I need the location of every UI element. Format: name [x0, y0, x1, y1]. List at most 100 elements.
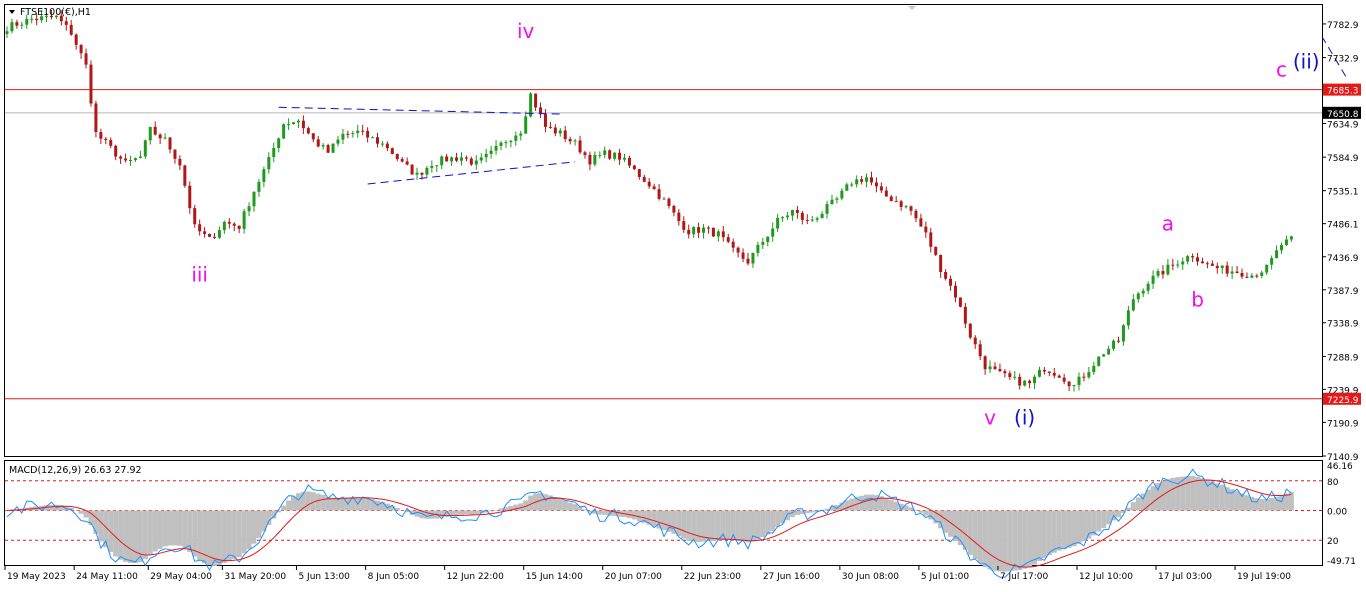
- time-tick-label: 8 Jun 05:00: [368, 572, 420, 582]
- candle-body: [795, 209, 799, 213]
- price-tick-label: 7338.9: [1327, 320, 1359, 330]
- candle-body: [272, 148, 276, 158]
- macd-histogram-bar: [864, 494, 870, 511]
- time-tick-label: 20 Jun 07:00: [605, 572, 662, 582]
- macd-histogram-bar: [676, 510, 682, 537]
- candle-body: [1289, 236, 1293, 240]
- candle-body: [1023, 380, 1027, 386]
- candle-body: [1003, 371, 1007, 374]
- candle-body: [1225, 265, 1229, 274]
- candle-body: [914, 210, 918, 219]
- candle-body: [1171, 264, 1175, 266]
- candle-body: [993, 366, 997, 369]
- macd-histogram-bar: [696, 510, 702, 543]
- candle-body: [1220, 265, 1224, 269]
- macd-histogram-bar: [681, 510, 687, 539]
- candle-body: [983, 356, 987, 370]
- candle-body: [208, 233, 212, 237]
- candle-body: [835, 198, 839, 200]
- macd-histogram-bar: [1041, 510, 1047, 558]
- macd-histogram-bar: [118, 510, 124, 560]
- wave-label: iv: [517, 19, 535, 43]
- candle-body: [1008, 373, 1012, 378]
- candle-body: [711, 227, 715, 237]
- candle-body: [10, 22, 14, 32]
- macd-histogram-bar: [152, 510, 158, 552]
- candle-body: [69, 24, 73, 35]
- candle-body: [262, 169, 266, 182]
- candle-body: [657, 189, 661, 199]
- candle-body: [1062, 377, 1066, 382]
- macd-tick-label: 20: [1327, 537, 1339, 547]
- macd-tick-label: -49.71: [1327, 557, 1356, 567]
- macd-histogram-bar: [286, 500, 292, 511]
- candle-body: [1121, 325, 1125, 342]
- candle-body: [1284, 239, 1288, 246]
- candle-body: [553, 127, 557, 134]
- candle-body: [825, 204, 829, 214]
- candle-body: [237, 225, 241, 229]
- macd-histogram-bar: [1269, 498, 1275, 511]
- candle-body: [356, 130, 360, 134]
- candle-body: [1141, 290, 1145, 294]
- candle-body: [1107, 348, 1111, 355]
- time-tick-label: 12 Jul 10:00: [1079, 572, 1133, 582]
- candle-body: [109, 140, 113, 146]
- candle-body: [766, 236, 770, 243]
- candle-body: [1181, 261, 1185, 265]
- candle-body: [879, 186, 883, 191]
- candle-body: [761, 242, 765, 245]
- candle-body: [1215, 265, 1219, 269]
- time-tick-label: 29 May 04:00: [150, 572, 212, 582]
- candle-body: [593, 154, 597, 165]
- candle-body: [1245, 276, 1249, 278]
- price-chart[interactable]: 7782.9 7732.9 7685.3 7650.87634.9 7584.9 7535…: [0, 0, 1366, 588]
- candle-body: [603, 150, 607, 155]
- candle-body: [133, 158, 137, 161]
- macd-histogram-bar: [1185, 475, 1191, 511]
- candle-body: [119, 156, 123, 159]
- candle-body: [1191, 256, 1195, 258]
- candle-body: [1275, 250, 1279, 259]
- macd-histogram-bar: [172, 510, 178, 546]
- candle-body: [247, 206, 251, 212]
- wave-label: c: [1276, 57, 1287, 81]
- macd-histogram-bar: [305, 491, 311, 511]
- candle-body: [845, 184, 849, 191]
- macd-histogram-bar: [972, 510, 978, 559]
- macd-histogram-bar: [775, 510, 781, 527]
- candle-body: [173, 149, 177, 159]
- macd-histogram-bar: [48, 505, 54, 511]
- candle-body: [736, 247, 740, 253]
- candle-body: [924, 226, 928, 233]
- candle-body: [909, 206, 913, 211]
- macd-histogram-bar: [463, 510, 469, 515]
- price-tick-label: 7535.1: [1327, 188, 1359, 198]
- macd-histogram-bar: [162, 510, 168, 547]
- macd-histogram-bar: [705, 510, 711, 541]
- candle-body: [1136, 293, 1140, 300]
- candle-body: [282, 124, 286, 139]
- macd-histogram-bar: [281, 505, 287, 511]
- macd-histogram-bar: [365, 498, 371, 511]
- candle-body: [850, 184, 854, 186]
- macd-histogram-bar: [1101, 510, 1107, 528]
- candle-body: [1072, 385, 1076, 387]
- macd-histogram-bar: [98, 510, 104, 542]
- candle-body: [800, 212, 804, 220]
- candle-body: [504, 142, 508, 144]
- candle-body: [519, 133, 523, 136]
- macd-histogram-bar: [785, 510, 791, 521]
- macd-histogram-bar: [755, 510, 761, 540]
- macd-histogram-bar: [132, 510, 138, 564]
- candle-body: [667, 198, 671, 206]
- macd-histogram-bar: [291, 496, 297, 511]
- macd-histogram-bar: [1283, 493, 1289, 511]
- macd-histogram-bar: [320, 494, 326, 511]
- candle-body: [855, 179, 859, 185]
- candle-body: [380, 143, 384, 145]
- macd-histogram-bar: [128, 510, 133, 563]
- candle-body: [904, 206, 908, 208]
- candle-body: [1117, 340, 1120, 342]
- candle-body: [371, 137, 375, 139]
